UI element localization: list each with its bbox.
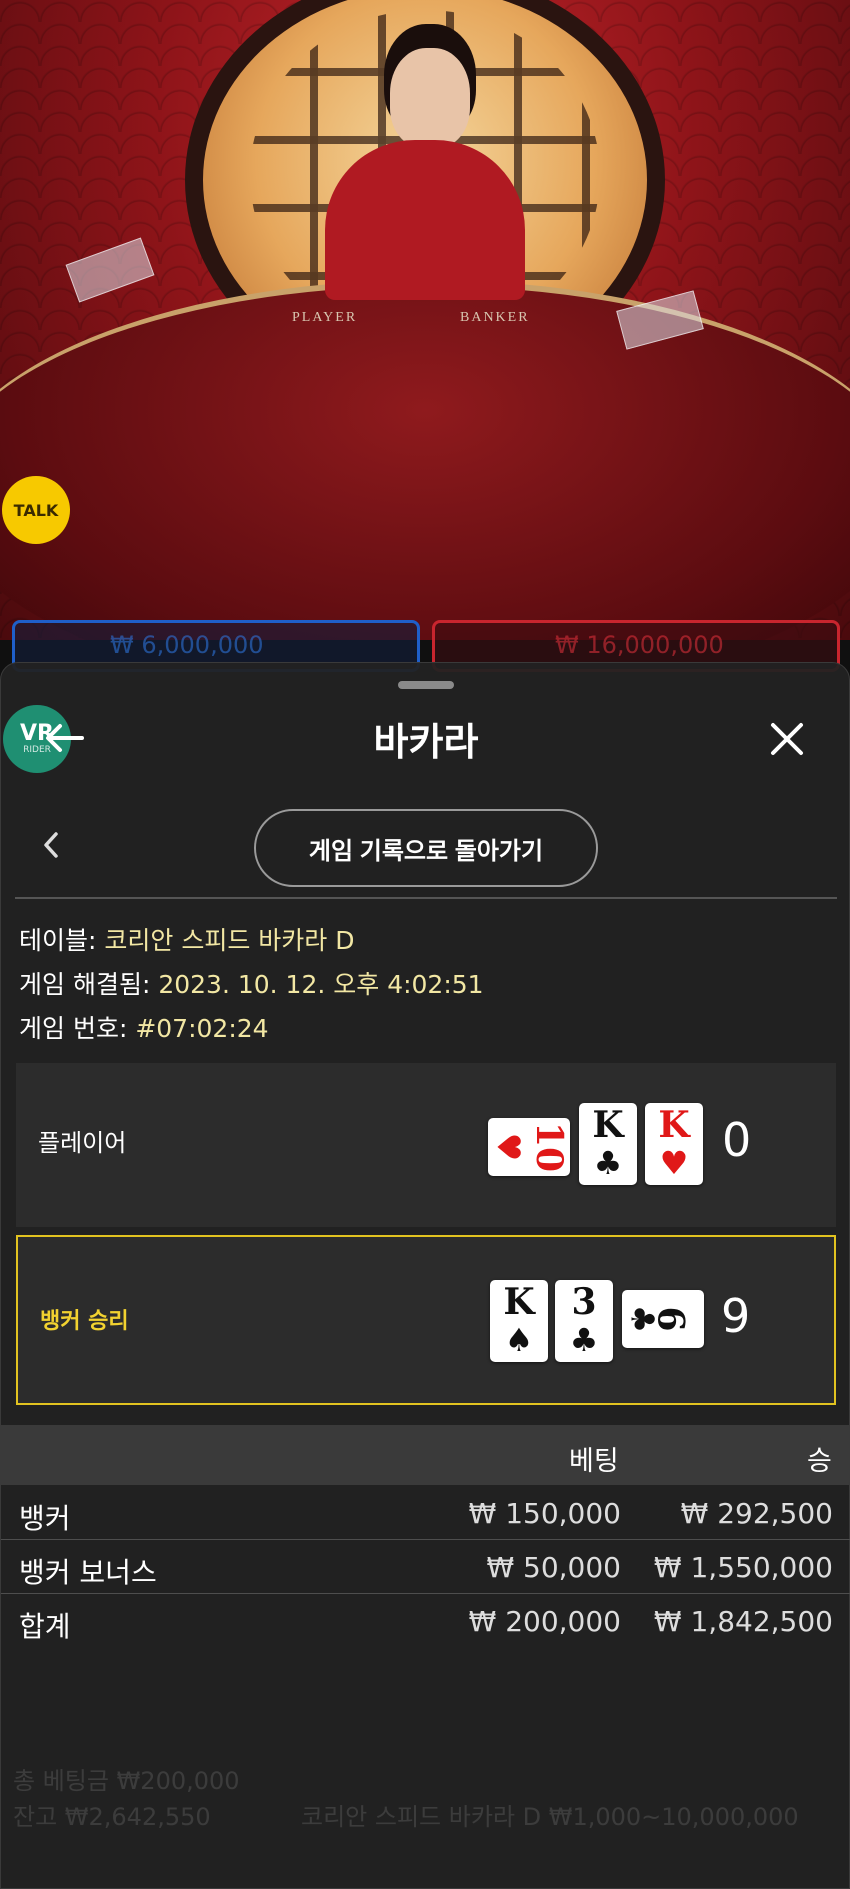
info-table: 테이블: 코리안 스피드 바카라 D <box>19 921 354 957</box>
player-hand-row: 플레이어 10 ♥ K ♣ K ♥ 0 <box>16 1063 836 1227</box>
card-suit-icon: ♣ <box>593 1144 623 1182</box>
chevron-left-icon <box>44 832 58 858</box>
row-divider <box>1 1593 850 1594</box>
dealer-body <box>325 140 525 300</box>
card-rank: K <box>503 1281 535 1323</box>
card-rank: 3 <box>571 1281 597 1323</box>
player-bet-total: ₩ 6,000,000 <box>110 631 264 659</box>
dealer-head <box>390 48 470 148</box>
table-limits-readout: 코리안 스피드 바카라 D ₩1,000~10,000,000 <box>301 1803 799 1831</box>
baccarat-table <box>0 280 850 640</box>
card-suit-icon: ♣ <box>569 1321 599 1359</box>
playing-card: K ♠ <box>490 1280 548 1362</box>
playing-card: 3 ♣ <box>555 1280 613 1362</box>
banker-score: 9 <box>721 1289 751 1343</box>
bet-total-amount: ₩ 200,000 <box>468 1605 621 1638</box>
playing-card: K ♥ <box>645 1103 703 1185</box>
playing-card: 6 ♣ <box>622 1290 704 1348</box>
info-resolved-key: 게임 해결됨: <box>19 970 159 999</box>
bet-total-row: 합계 ₩ 200,000 ₩ 1,842,500 <box>1 1597 850 1649</box>
balance-readout: 잔고 ₩2,642,550 <box>13 1803 211 1831</box>
bet-row: 뱅커 보너스 ₩ 50,000 ₩ 1,550,000 <box>1 1543 850 1595</box>
kakao-talk-button[interactable]: TALK <box>2 476 70 544</box>
info-game-number: 게임 번호: #07:02:24 <box>19 1009 269 1045</box>
banker-bet-total: ₩ 16,000,000 <box>555 631 724 659</box>
info-table-value: 코리안 스피드 바카라 D <box>104 926 355 955</box>
bet-row-amount: ₩ 150,000 <box>468 1497 621 1530</box>
player-label: 플레이어 <box>38 1129 127 1157</box>
bet-row-win: ₩ 1,550,000 <box>653 1551 833 1584</box>
info-table-key: 테이블: <box>19 926 105 955</box>
table-label-player: PLAYER <box>292 310 358 325</box>
info-resolved-value: 2023. 10. 12. 오후 4:02:51 <box>158 970 484 999</box>
bet-row-name: 뱅커 보너스 <box>19 1556 157 1589</box>
playing-card: K ♣ <box>579 1103 637 1185</box>
chevron-back-button[interactable] <box>31 825 71 865</box>
table-label-banker: BANKER <box>460 310 530 325</box>
live-video: PLAYER BANKER <box>0 0 850 640</box>
card-suit-icon: ♥ <box>659 1144 689 1182</box>
info-game-number-key: 게임 번호: <box>19 1014 136 1043</box>
bet-row-name: 뱅커 <box>19 1502 71 1535</box>
close-button[interactable] <box>761 713 813 765</box>
sheet-title: 바카라 <box>373 720 479 764</box>
bet-row-win: ₩ 292,500 <box>680 1497 833 1530</box>
banker-hand-row: 뱅커 승리 K ♠ 3 ♣ 6 ♣ 9 <box>16 1235 836 1405</box>
card-rank: K <box>658 1104 690 1146</box>
card-rank: K <box>592 1104 624 1146</box>
total-bet-readout: 총 베팅금 ₩200,000 <box>13 1767 240 1795</box>
card-rank: 10 <box>528 1121 571 1173</box>
bet-column-header: 베팅 <box>569 1446 619 1477</box>
bet-total-name: 합계 <box>19 1610 71 1643</box>
card-suit-icon: ♥ <box>489 1132 528 1162</box>
back-to-history-button[interactable]: 게임 기록으로 돌아가기 <box>254 809 598 887</box>
game-history-sheet: VR RIDER 바카라 게임 기록으로 돌아가기 테이블: 코리안 스피드 바… <box>0 662 850 1889</box>
banker-win-label: 뱅커 승리 <box>40 1309 129 1334</box>
playing-card: 10 ♥ <box>488 1118 570 1176</box>
card-suit-icon: ♠ <box>504 1321 534 1359</box>
info-game-number-value: #07:02:24 <box>135 1014 269 1043</box>
divider <box>15 897 837 899</box>
row-divider <box>1 1539 850 1540</box>
bet-row: 뱅커 ₩ 150,000 ₩ 292,500 <box>1 1489 850 1541</box>
bet-row-amount: ₩ 50,000 <box>486 1551 621 1584</box>
win-column-header: 승 <box>807 1446 832 1477</box>
bets-table-header: 베팅 승 <box>1 1425 850 1485</box>
bet-total-win: ₩ 1,842,500 <box>653 1605 833 1638</box>
sheet-drag-handle[interactable] <box>398 681 454 689</box>
card-suit-icon: ♣ <box>623 1304 662 1334</box>
close-icon <box>771 723 803 755</box>
talk-label: TALK <box>13 500 59 520</box>
player-score: 0 <box>722 1113 752 1167</box>
info-resolved: 게임 해결됨: 2023. 10. 12. 오후 4:02:51 <box>19 965 484 1001</box>
